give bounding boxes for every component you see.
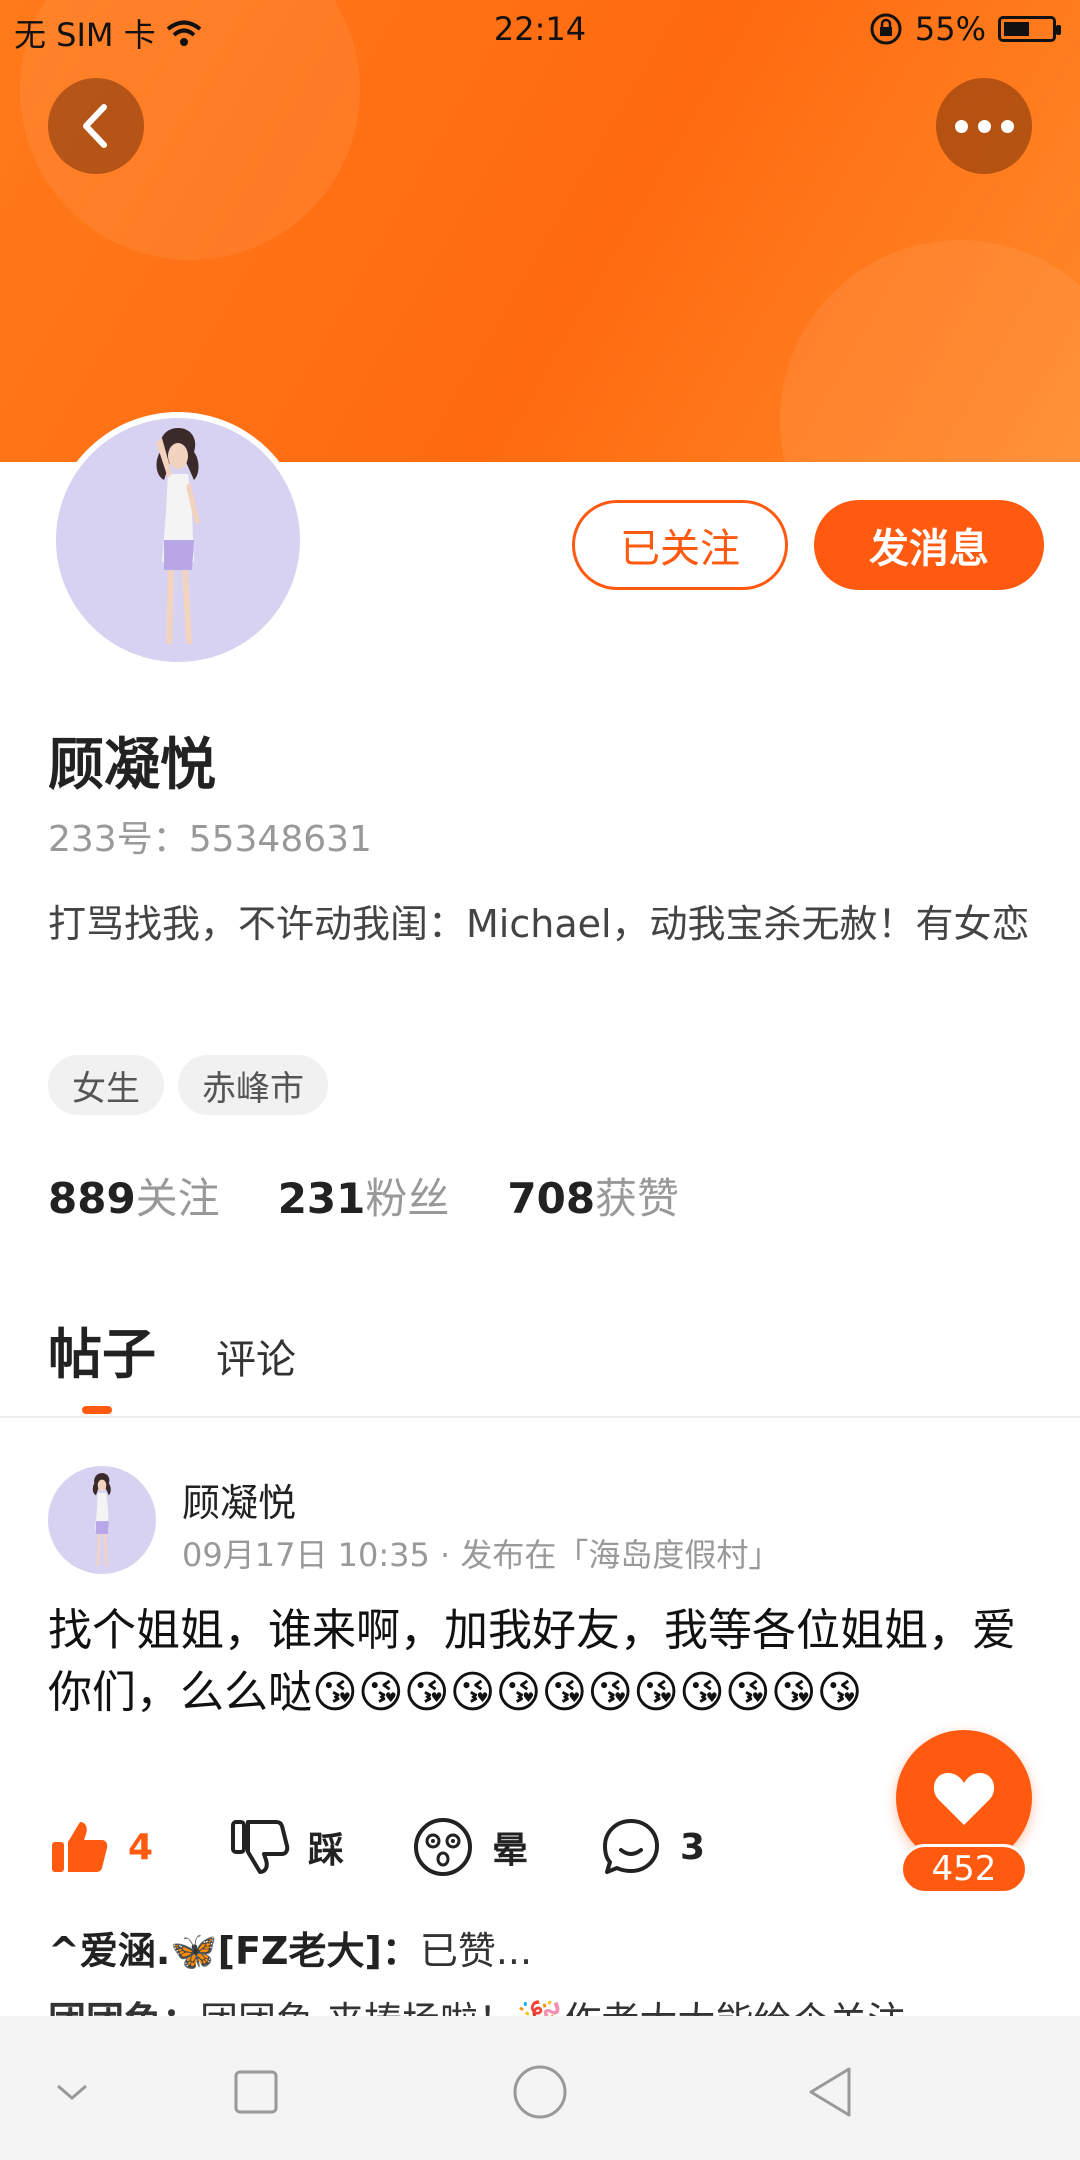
post-author-avatar[interactable]	[48, 1466, 156, 1574]
profile-bio: 打骂找我，不许动我闺：Michael，动我宝杀无赦！有女恋	[48, 902, 1030, 946]
tab-posts[interactable]: 帖子	[48, 1310, 156, 1414]
comment-preview-1[interactable]: ^爱涵.🦋[FZ老大]：已赞...	[48, 1920, 532, 1975]
comment-preview-1-text: 已赞...	[419, 1929, 533, 1973]
like-count: 4	[128, 1826, 154, 1868]
more-options-button[interactable]	[936, 78, 1032, 174]
chevron-left-icon	[83, 104, 107, 148]
comment-preview-2[interactable]: 团团鱼：团团鱼 来捧场啦！🎉作者大大能给个关注...	[48, 1990, 942, 2016]
nav-home-button[interactable]	[510, 2062, 570, 2122]
profile-tabs: 帖子 评论	[48, 1310, 296, 1414]
tabs-divider	[0, 1416, 1080, 1418]
followed-button[interactable]: 已关注	[572, 500, 788, 590]
stat-followers-label: 粉丝	[365, 1174, 450, 1223]
rotation-lock-icon	[870, 13, 902, 45]
tag-location[interactable]: 赤峰市	[178, 1055, 328, 1115]
thumbs-up-icon	[52, 1822, 108, 1872]
thumbs-down-icon	[231, 1820, 290, 1874]
stat-followers[interactable]: 231粉丝	[278, 1165, 450, 1226]
like-button[interactable]: 4	[48, 1812, 153, 1882]
heart-fab-count: 452	[900, 1844, 1028, 1894]
nav-back-button[interactable]	[800, 2062, 860, 2122]
back-button[interactable]	[48, 78, 144, 174]
triangle-back-icon	[809, 2067, 851, 2117]
square-icon	[234, 2070, 278, 2114]
profile-header-background	[0, 0, 1080, 462]
dizzy-button[interactable]: 晕	[412, 1812, 528, 1882]
send-message-button[interactable]: 发消息	[814, 500, 1044, 590]
battery-icon	[998, 16, 1061, 42]
dislike-button[interactable]: 踩	[228, 1812, 344, 1882]
comment-button[interactable]: 3	[600, 1812, 705, 1882]
circle-icon	[513, 2065, 567, 2119]
avatar-figure-icon	[92, 1473, 111, 1566]
tag-gender: 女生	[48, 1055, 164, 1115]
comment-bubble-icon	[603, 1819, 659, 1874]
profile-tags: 女生 赤峰市	[48, 1055, 328, 1115]
stat-likes: 708获赞	[507, 1165, 679, 1226]
avatar-figure-icon	[156, 428, 200, 644]
nav-hide-button[interactable]	[42, 2062, 102, 2122]
heart-icon	[933, 1773, 995, 1825]
comment-preview-2-text: 团团鱼 来捧场啦！🎉作者大大能给个关注...	[200, 1999, 942, 2016]
stat-following-num: 889	[48, 1174, 136, 1223]
post-meta: 09月17日 10:35 · 发布在「海岛度假村」	[182, 1536, 781, 1574]
stat-following[interactable]: 889关注	[48, 1165, 220, 1226]
battery-percent: 55%	[914, 10, 986, 48]
stat-likes-label: 获赞	[595, 1174, 680, 1223]
profile-avatar[interactable]	[50, 412, 306, 668]
nav-recents-button[interactable]	[226, 2062, 286, 2122]
more-dots-icon	[954, 119, 1014, 133]
profile-name: 顾凝悦	[48, 733, 216, 798]
stat-followers-num: 231	[277, 1174, 366, 1223]
comment-preview-2-user: 团团鱼：	[48, 1999, 200, 2016]
tab-comments[interactable]: 评论	[216, 1327, 296, 1389]
stat-following-label: 关注	[135, 1174, 220, 1223]
post-actions: 4 踩 晕 3	[48, 1812, 748, 1882]
dislike-label: 踩	[308, 1830, 345, 1871]
status-bar: 无 SIM 卡 22:14 55%	[0, 0, 1080, 56]
profile-uid: 233号：55348631	[48, 819, 372, 860]
stat-likes-num: 708	[507, 1174, 596, 1223]
dizzy-label: 晕	[492, 1830, 529, 1871]
profile-stats: 889关注 231粉丝 708获赞	[48, 1165, 679, 1226]
post-author-name[interactable]: 顾凝悦	[182, 1472, 296, 1527]
tab-posts-label: 帖子	[48, 1323, 156, 1386]
comment-preview-1-user: ^爱涵.🦋[FZ老大]：	[48, 1929, 420, 1973]
post-content[interactable]: 找个姐姐，谁来啊，加我好友，我等各位姐姐，爱你们，么么哒😘😘😘😘😘😘😘😘😘😘😘😘	[48, 1600, 1028, 1724]
dizzy-face-icon	[414, 1818, 472, 1876]
tab-active-indicator	[82, 1406, 112, 1414]
comment-count: 3	[680, 1826, 706, 1868]
chevron-down-icon	[57, 2084, 87, 2100]
system-navigation-bar	[0, 2016, 1080, 2160]
